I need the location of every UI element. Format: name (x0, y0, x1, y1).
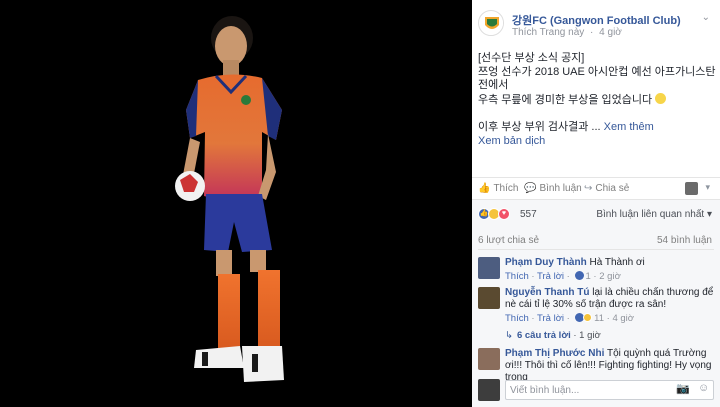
player-photo[interactable] (0, 0, 472, 407)
comment-reply-link[interactable]: Trả lời (537, 313, 564, 324)
action-bar: 👍 Thích 💬 Bình luận ↪ Chia sẻ ▾ (472, 177, 720, 199)
post-time[interactable]: 4 giờ (599, 27, 622, 38)
comment-time[interactable]: 2 giờ (599, 271, 621, 282)
post-gap (478, 107, 714, 121)
post-panel: 강원FC (Gangwon Football Club) Thích Trang… (472, 0, 720, 407)
like-page-link[interactable]: Thích Trang này (512, 27, 584, 38)
comment-author[interactable]: Phạm Thị Phước Nhi (505, 348, 604, 359)
sad-reaction-icon (582, 313, 592, 322)
comment-label: Bình luận (539, 183, 582, 194)
post-meta: Thích Trang này · 4 giờ (512, 27, 622, 38)
post-line: 이후 부상 부위 검사결과 ... Xem thêm (478, 121, 714, 135)
share-label: Chia sẻ (595, 183, 630, 194)
post-line: 쯔엉 선수가 2018 UAE 아시안컵 예선 아프가니스탄 (478, 65, 716, 78)
replies-dot: · (573, 330, 577, 341)
player-image (0, 0, 472, 407)
comment-actions: Thích · Trả lời · 1 · 2 giờ (505, 271, 621, 282)
fb-photo-viewer: 강원FC (Gangwon Football Club) Thích Trang… (0, 0, 720, 407)
comment-sort-dropdown[interactable]: Bình luận liên quan nhất ▾ (596, 209, 712, 220)
comment-like-count[interactable]: 1 (586, 271, 591, 282)
translate-link[interactable]: Xem bản dịch (478, 135, 714, 149)
replies-time: 1 giờ (579, 330, 601, 341)
camera-icon[interactable]: 📷 (676, 382, 690, 395)
like-icon (574, 271, 584, 280)
replies-count: 6 câu trả lời (516, 330, 571, 341)
sad-emoji-icon (655, 92, 667, 104)
comment-author[interactable]: Nguyễn Thanh Tú (505, 287, 589, 298)
comment-actions: Thích · Trả lời · 11 · 4 giờ (505, 313, 635, 324)
comment-button[interactable]: 💬 Bình luận (524, 183, 582, 194)
comment-author[interactable]: Phạm Duy Thành (505, 257, 587, 268)
view-replies-link[interactable]: ↳ 6 câu trả lời · 1 giờ (505, 330, 601, 341)
like-icon: 👍 (478, 183, 491, 194)
comment-text: Nguyễn Thanh Tú lại là chiều chấn thương… (505, 287, 715, 311)
comment-time[interactable]: 4 giờ (612, 313, 634, 324)
see-more-link[interactable]: Xem thêm (604, 121, 654, 133)
comment-like-link[interactable]: Thích (505, 271, 529, 282)
comment-count[interactable]: 54 bình luận (657, 235, 712, 246)
share-icon: ↪ (584, 183, 593, 194)
comment-body: Hà Thành ơi (589, 257, 645, 268)
avatar[interactable] (478, 348, 500, 370)
avatar[interactable] (478, 287, 500, 309)
comment-like-link[interactable]: Thích (505, 313, 529, 324)
avatar (478, 379, 500, 401)
post-body: [선수단 부상 소식 공지] 쯔엉 선수가 2018 UAE 아시안컵 예선 아… (478, 52, 716, 149)
comment-icon: 💬 (524, 183, 537, 194)
love-reaction-icon: ♥ (498, 208, 510, 220)
reply-arrow-icon: ↳ (505, 330, 513, 341)
avatar[interactable] (685, 182, 698, 195)
chevron-down-icon[interactable]: ▾ (705, 182, 710, 193)
like-label: Thích (493, 183, 519, 194)
comment-text: Phạm Duy Thành Hà Thành ơi (505, 257, 715, 269)
like-button[interactable]: 👍 Thích (478, 183, 518, 194)
comment-reply-link[interactable]: Trả lời (537, 271, 564, 282)
avatar[interactable] (478, 257, 500, 279)
divider (478, 249, 714, 250)
post-header: 강원FC (Gangwon Football Club) Thích Trang… (472, 0, 720, 42)
post-line: 전에서 (478, 79, 509, 91)
chevron-down-icon[interactable]: ⌄ (702, 12, 710, 23)
meta-dot: · (590, 27, 594, 38)
comment-item: Nguyễn Thanh Tú lại là chiều chấn thương… (478, 287, 714, 327)
write-comment: Viết bình luận... 📷 ☺ (478, 378, 714, 402)
comment-item: Phạm Duy Thành Hà Thành ơi Thích · Trả l… (478, 257, 714, 287)
share-count[interactable]: 6 lượt chia sẻ (478, 235, 539, 246)
sticker-icon[interactable]: ☺ (698, 382, 709, 394)
share-button[interactable]: ↪ Chia sẻ (584, 183, 629, 194)
comment-like-count[interactable]: 11 (594, 313, 604, 324)
post-line: [선수단 부상 소식 공지] (478, 52, 585, 64)
post-line: 우측 무릎에 경미한 부상을 입었습니다 (478, 93, 653, 106)
reaction-count[interactable]: 557 (520, 209, 537, 220)
comment-item: Phạm Thị Phước Nhi Tội quỳnh quá Trường … (478, 348, 714, 383)
logo-icon[interactable] (478, 10, 504, 36)
post-line-with-emoji: 우측 무릎에 경미한 부상을 입었습니다 (478, 92, 714, 108)
page-name[interactable]: 강원FC (Gangwon Football Club) (512, 12, 681, 28)
post-line-text: 이후 부상 부위 검사결과 ... (478, 121, 601, 133)
